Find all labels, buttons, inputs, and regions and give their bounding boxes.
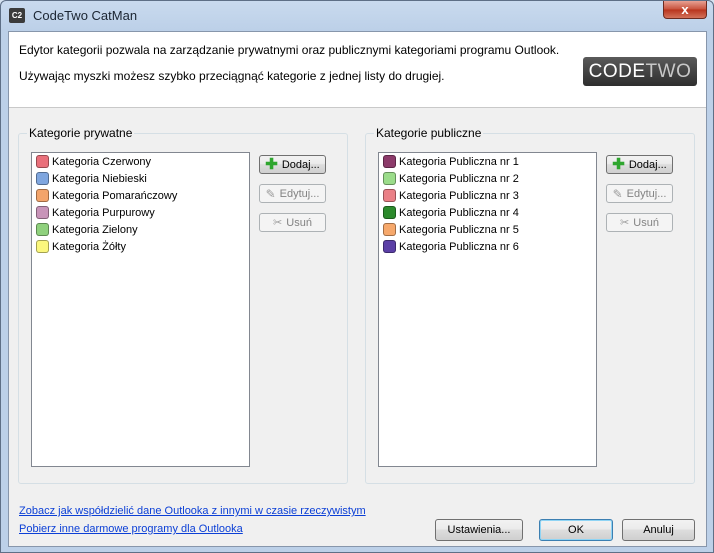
category-color-swatch <box>36 155 49 168</box>
pencil-icon: ✎ <box>265 186 276 201</box>
private-categories-list[interactable]: Kategoria Czerwony Kategoria Niebieski Kat… <box>31 152 250 467</box>
public-edit-button[interactable]: ✎ Edytuj... <box>606 184 673 203</box>
category-color-swatch <box>383 223 396 236</box>
category-label: Kategoria Żółty <box>52 240 126 253</box>
list-item[interactable]: Kategoria Publiczna nr 2 <box>379 170 596 187</box>
category-label: Kategoria Publiczna nr 4 <box>399 206 519 219</box>
public-delete-label: Usuń <box>633 216 659 229</box>
private-categories-group: Kategorie prywatne Kategoria Czerwony Kat… <box>18 126 348 484</box>
category-label: Kategoria Niebieski <box>52 172 147 185</box>
private-add-button[interactable]: ✚ Dodaj... <box>259 155 326 174</box>
private-delete-button[interactable]: ✂ Usuń <box>259 213 326 232</box>
private-group-title: Kategorie prywatne <box>27 126 135 140</box>
public-group-title: Kategorie publiczne <box>374 126 484 140</box>
app-window: C2 CodeTwo CatMan x Edytor kategorii poz… <box>0 0 714 553</box>
category-color-swatch <box>36 189 49 202</box>
private-edit-label: Edytuj... <box>279 187 320 200</box>
category-color-swatch <box>36 206 49 219</box>
category-color-swatch <box>383 240 396 253</box>
plus-icon: ✚ <box>265 155 278 173</box>
category-color-swatch <box>36 172 49 185</box>
list-item[interactable]: Kategoria Publiczna nr 4 <box>379 204 596 221</box>
category-label: Kategoria Publiczna nr 3 <box>399 189 519 202</box>
close-button[interactable]: x <box>663 1 707 19</box>
public-categories-list[interactable]: Kategoria Publiczna nr 1 Kategoria Public… <box>378 152 597 467</box>
title-bar: C2 CodeTwo CatMan x <box>1 1 713 31</box>
list-item[interactable]: Kategoria Publiczna nr 5 <box>379 221 596 238</box>
scissors-icon: ✂ <box>273 217 283 229</box>
codetwo-logo: CODETWO <box>583 57 697 86</box>
category-color-swatch <box>383 172 396 185</box>
category-color-swatch <box>383 189 396 202</box>
category-label: Kategoria Publiczna nr 5 <box>399 223 519 236</box>
category-label: Kategoria Pomarańczowy <box>52 189 178 202</box>
dialog-client: Edytor kategorii pozwala na zarządzanie … <box>8 31 707 547</box>
scissors-icon: ✂ <box>620 217 630 229</box>
description-line-1: Edytor kategorii pozwala na zarządzanie … <box>19 43 560 57</box>
category-label: Kategoria Zielony <box>52 223 138 236</box>
category-color-swatch <box>383 155 396 168</box>
list-item[interactable]: Kategoria Publiczna nr 3 <box>379 187 596 204</box>
category-label: Kategoria Czerwony <box>52 155 152 168</box>
public-delete-button[interactable]: ✂ Usuń <box>606 213 673 232</box>
public-categories-group: Kategorie publiczne Kategoria Publiczna … <box>365 126 695 484</box>
logo-two: TWO <box>645 61 692 82</box>
list-item[interactable]: Kategoria Czerwony <box>32 153 249 170</box>
ok-button[interactable]: OK <box>539 519 613 541</box>
list-item[interactable]: Kategoria Publiczna nr 1 <box>379 153 596 170</box>
cancel-button[interactable]: Anuluj <box>622 519 695 541</box>
description-line-2: Używając myszki możesz szybko przeciągną… <box>19 69 445 83</box>
settings-button[interactable]: Ustawienia... <box>435 519 523 541</box>
public-add-label: Dodaj... <box>628 158 667 171</box>
pencil-icon: ✎ <box>612 186 623 201</box>
category-label: Kategoria Purpurowy <box>52 206 155 219</box>
category-label: Kategoria Publiczna nr 1 <box>399 155 519 168</box>
logo-code: CODE <box>588 61 646 82</box>
public-edit-label: Edytuj... <box>626 187 667 200</box>
header-panel: Edytor kategorii pozwala na zarządzanie … <box>9 32 706 108</box>
plus-icon: ✚ <box>612 155 625 173</box>
free-programs-link[interactable]: Pobierz inne darmowe programy dla Outloo… <box>19 523 243 535</box>
private-delete-label: Usuń <box>286 216 312 229</box>
window-title: CodeTwo CatMan <box>33 8 138 23</box>
category-label: Kategoria Publiczna nr 6 <box>399 240 519 253</box>
category-color-swatch <box>383 206 396 219</box>
share-outlook-data-link[interactable]: Zobacz jak współdzielić dane Outlooka z … <box>19 505 366 517</box>
app-icon: C2 <box>9 8 25 23</box>
list-item[interactable]: Kategoria Publiczna nr 6 <box>379 238 596 255</box>
list-item[interactable]: Kategoria Żółty <box>32 238 249 255</box>
list-item[interactable]: Kategoria Pomarańczowy <box>32 187 249 204</box>
public-add-button[interactable]: ✚ Dodaj... <box>606 155 673 174</box>
list-item[interactable]: Kategoria Niebieski <box>32 170 249 187</box>
private-add-label: Dodaj... <box>281 158 320 171</box>
category-label: Kategoria Publiczna nr 2 <box>399 172 519 185</box>
private-edit-button[interactable]: ✎ Edytuj... <box>259 184 326 203</box>
list-item[interactable]: Kategoria Zielony <box>32 221 249 238</box>
list-item[interactable]: Kategoria Purpurowy <box>32 204 249 221</box>
category-color-swatch <box>36 240 49 253</box>
category-color-swatch <box>36 223 49 236</box>
